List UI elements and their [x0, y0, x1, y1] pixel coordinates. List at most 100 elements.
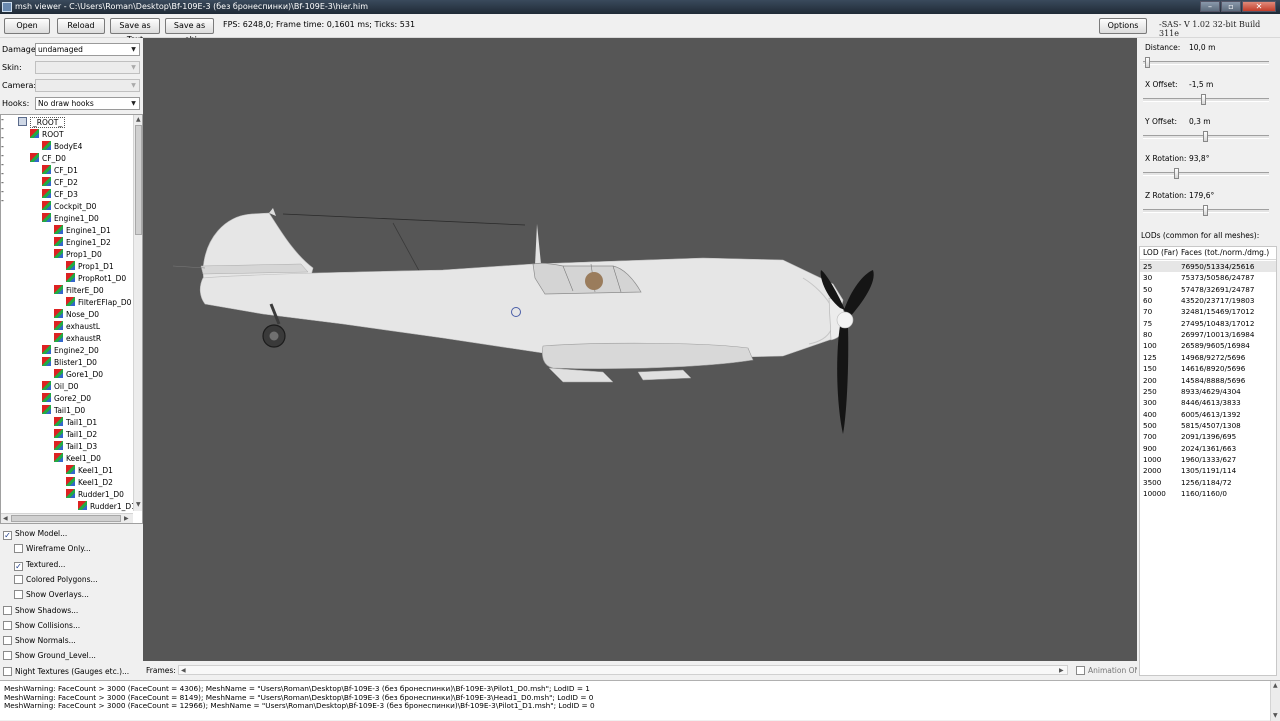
tree-node[interactable]: Rudder1_D1 [78, 501, 136, 513]
slider-thumb[interactable] [1203, 205, 1208, 216]
slider-thumb[interactable] [1201, 94, 1206, 105]
scroll-up-icon[interactable]: ▲ [136, 116, 141, 123]
tree-node[interactable]: Cockpit_D0 [42, 201, 96, 213]
frame-left-icon[interactable]: ◀ [181, 667, 186, 674]
lod-column-header[interactable]: LOD (Far) [1143, 247, 1178, 259]
lod-row[interactable]: 400 6005/4613/1392 [1140, 409, 1276, 420]
checkbox-box[interactable]: ✓ [14, 561, 23, 571]
save-as-obj-button[interactable]: Save as .obj [165, 18, 214, 44]
lod-row[interactable]: 80 26997/10013/16984 [1140, 329, 1276, 340]
checkbox-box[interactable] [1076, 666, 1085, 675]
tree-vertical-scrollbar[interactable]: ▲ ▼ [133, 115, 142, 511]
faces-column-header[interactable]: Faces (tot./norm./dmg.) [1181, 247, 1269, 259]
tree-node[interactable]: Gore2_D0 [42, 393, 91, 405]
tree-node[interactable]: Prop1_D0 [54, 249, 102, 261]
lod-row[interactable]: 250 8933/4629/4304 [1140, 386, 1276, 397]
tree-node[interactable]: Gore1_D0 [54, 369, 103, 381]
display-option-checkbox[interactable]: Show Shadows... [3, 605, 78, 617]
tree-node[interactable]: Oil_D0 [42, 381, 78, 393]
display-option-checkbox[interactable]: ✓ Textured... [14, 559, 65, 571]
tree-node[interactable]: Prop1_D1 [66, 261, 114, 273]
lod-row[interactable]: 2000 1305/1191/114 [1140, 465, 1276, 476]
checkbox-box[interactable] [3, 620, 12, 630]
lod-row[interactable]: 70 32481/15469/17012 [1140, 306, 1276, 317]
tree-node[interactable]: CF_D1 [42, 165, 78, 177]
tree-node[interactable]: Tail1_D0 [42, 405, 85, 417]
display-option-checkbox[interactable]: Night Textures (Gauges etc.)... [3, 666, 129, 678]
display-option-checkbox[interactable]: Show Normals... [3, 635, 76, 647]
tree-node[interactable]: CF_D3 [42, 189, 78, 201]
camera-slider[interactable] [1143, 205, 1269, 216]
frame-right-icon[interactable]: ▶ [1059, 667, 1064, 674]
open-button[interactable]: Open [4, 18, 50, 34]
tree-horizontal-scrollbar[interactable]: ◀ ▶ [1, 513, 133, 523]
display-option-checkbox[interactable]: Colored Polygons... [14, 574, 98, 586]
save-as-text-button[interactable]: Save as Text [110, 18, 160, 44]
lod-row[interactable]: 125 14968/9272/5696 [1140, 352, 1276, 363]
damage-select[interactable]: undamaged ▼ [35, 43, 140, 56]
tree-node[interactable]: Keel1_D2 [66, 477, 113, 489]
scroll-down-icon[interactable]: ▼ [136, 501, 141, 508]
tree-node[interactable]: ROOT [30, 129, 64, 141]
display-option-checkbox[interactable]: Wireframe Only... [14, 543, 91, 555]
checkbox-box[interactable] [14, 574, 23, 584]
lod-row[interactable]: 500 5815/4507/1308 [1140, 420, 1276, 431]
display-option-checkbox[interactable]: ✓ Show Model... [3, 528, 67, 540]
tree-node[interactable]: Blister1_D0 [42, 357, 97, 369]
lod-row[interactable]: 25 76950/51334/25616 [1140, 261, 1276, 273]
lod-row[interactable]: 900 2024/1361/663 [1140, 443, 1276, 454]
checkbox-box[interactable] [14, 590, 23, 600]
lod-row[interactable]: 30 75373/50586/24787 [1140, 272, 1276, 283]
tree-vertical-thumb[interactable] [135, 125, 142, 235]
lod-row[interactable]: 150 14616/8920/5696 [1140, 363, 1276, 374]
3d-viewport[interactable] [143, 38, 1137, 661]
minimize-button[interactable]: – [1200, 1, 1220, 12]
camera-slider[interactable] [1143, 57, 1269, 68]
tree-node[interactable]: Engine2_D0 [42, 345, 99, 357]
log-vertical-scrollbar[interactable]: ▲ ▼ [1270, 681, 1280, 721]
tree-node[interactable]: _ROOT_ [18, 117, 66, 129]
tree-horizontal-thumb[interactable] [11, 515, 121, 522]
log-pane[interactable]: MeshWarning: FaceCount > 3000 (FaceCount… [0, 680, 1280, 721]
checkbox-box[interactable] [14, 544, 23, 554]
tree-node[interactable]: Engine1_D0 [42, 213, 99, 225]
camera-select[interactable]: ▼ [35, 79, 140, 92]
lod-row[interactable]: 700 2091/1396/695 [1140, 431, 1276, 442]
hooks-select[interactable]: No draw hooks ▼ [35, 97, 140, 110]
reload-button[interactable]: Reload [57, 18, 105, 34]
tree-node[interactable]: Keel1_D1 [66, 465, 113, 477]
tree-node[interactable]: Nose_D0 [54, 309, 99, 321]
slider-thumb[interactable] [1174, 168, 1179, 179]
lod-row[interactable]: 75 27495/10483/17012 [1140, 318, 1276, 329]
tree-node[interactable]: PropRot1_D0 [66, 273, 126, 285]
scroll-down-icon[interactable]: ▼ [1273, 712, 1278, 719]
lod-row[interactable]: 100 26589/9605/16984 [1140, 340, 1276, 351]
tree-node[interactable]: Engine1_D2 [54, 237, 111, 249]
checkbox-box[interactable] [3, 636, 12, 646]
skin-select[interactable]: ▼ [35, 61, 140, 74]
slider-thumb[interactable] [1203, 131, 1208, 142]
tree-node[interactable]: Tail1_D2 [54, 429, 97, 441]
tree-node[interactable]: FilterEFlap_D0 [66, 297, 131, 309]
options-button[interactable]: Options [1099, 18, 1147, 34]
tree-node[interactable]: Tail1_D3 [54, 441, 97, 453]
display-option-checkbox[interactable]: Show Ground_Level... [3, 650, 96, 662]
checkbox-box[interactable]: ✓ [3, 531, 12, 540]
camera-slider[interactable] [1143, 131, 1269, 142]
tree-node[interactable]: BodyE4 [42, 141, 82, 153]
tree-node[interactable]: CF_D0 [30, 153, 66, 165]
scroll-left-icon[interactable]: ◀ [3, 515, 8, 522]
scroll-up-icon[interactable]: ▲ [1273, 682, 1278, 689]
checkbox-box[interactable] [3, 666, 12, 676]
close-button[interactable]: ✕ [1242, 1, 1276, 12]
window-titlebar[interactable]: msh viewer - C:\Users\Roman\Desktop\Bf-1… [0, 0, 1280, 14]
tree-node[interactable]: Tail1_D1 [54, 417, 97, 429]
display-option-checkbox[interactable]: Show Collisions... [3, 620, 80, 632]
camera-slider[interactable] [1143, 168, 1269, 179]
tree-node[interactable]: CF_D2 [42, 177, 78, 189]
tree-node[interactable]: FilterE_D0 [54, 285, 104, 297]
frames-slider[interactable]: ◀ ▶ [178, 665, 1068, 675]
maximize-button[interactable]: ▫ [1221, 1, 1241, 12]
lod-row[interactable]: 10000 1160/1160/0 [1140, 488, 1276, 499]
animation-checkbox[interactable]: Animation ON [1076, 665, 1140, 677]
